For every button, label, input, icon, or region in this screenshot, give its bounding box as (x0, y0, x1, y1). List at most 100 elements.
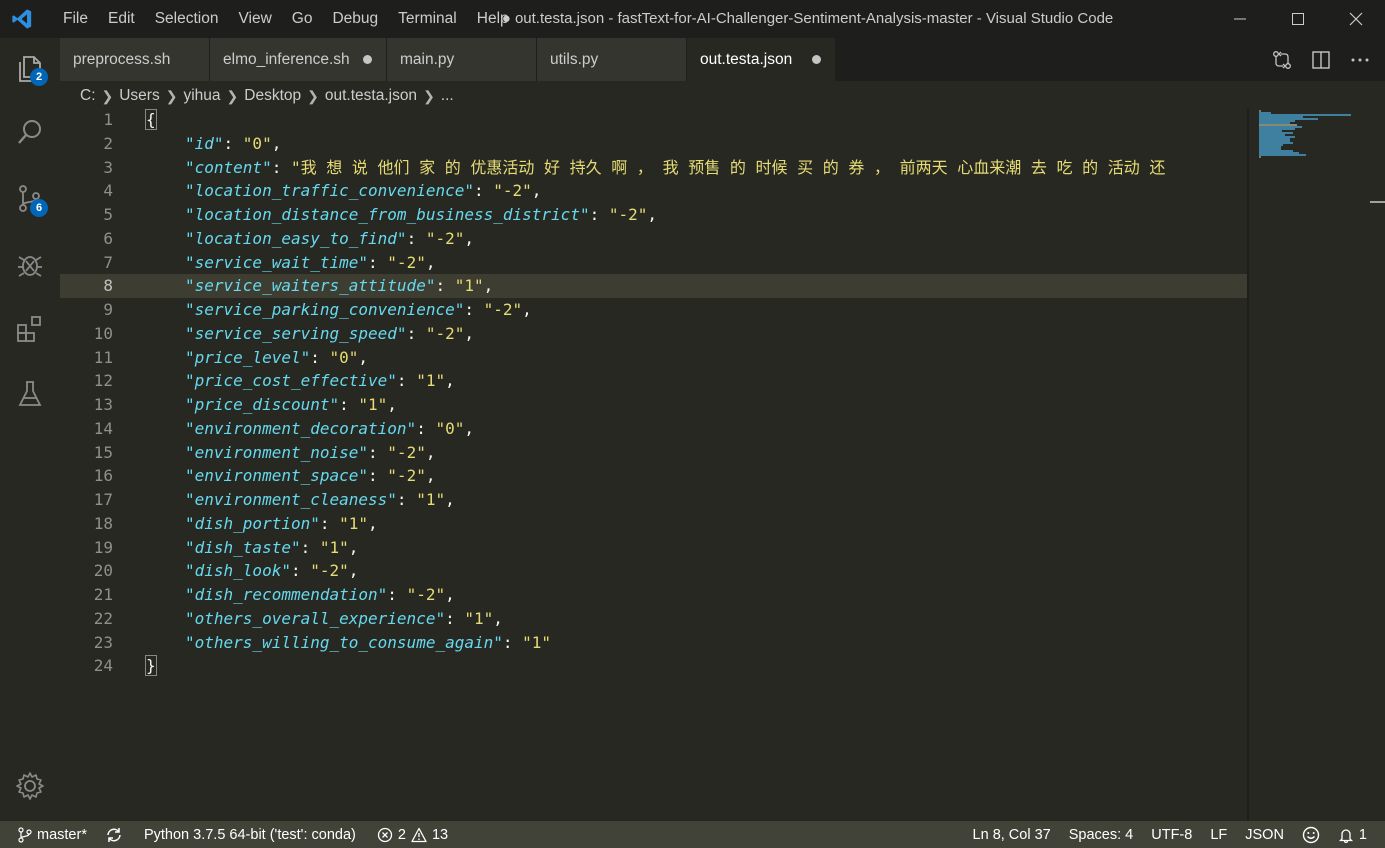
testing-flask-icon[interactable] (0, 370, 60, 418)
menu-go[interactable]: Go (282, 0, 323, 38)
json-comma: , (387, 395, 397, 414)
menu-help[interactable]: Help (467, 0, 519, 38)
json-value: "-2" (387, 466, 426, 486)
close-icon[interactable] (1327, 0, 1385, 38)
json-key: "environment_cleaness" (185, 490, 397, 509)
code-line[interactable]: 9 "service_parking_convenience": "-2", (60, 298, 1247, 322)
code-line[interactable]: 14 "environment_decoration": "0", (60, 417, 1247, 441)
code-line[interactable]: 18 "dish_portion": "1", (60, 512, 1247, 536)
code-editor[interactable]: 1{2 "id": "0", 3 "content": "我 想 说 他们 家 的 优… (60, 108, 1247, 821)
split-editor-icon[interactable] (1310, 49, 1332, 71)
smiley-icon[interactable] (1293, 821, 1329, 848)
code-line[interactable]: 17 "environment_cleaness": "1", (60, 488, 1247, 512)
code-line[interactable]: 12 "price_cost_effective": "1", (60, 369, 1247, 393)
editor-tabs: preprocess.sh elmo_inference.sh main.py … (60, 38, 1385, 81)
json-key: "environment_noise" (185, 442, 369, 462)
open-changes-icon[interactable] (1271, 49, 1293, 71)
code-line[interactable]: 22 "others_overall_experience": "1", (60, 607, 1247, 631)
code-line[interactable]: 23 "others_willing_to_consume_again": "1" (60, 631, 1247, 655)
sync-icon[interactable] (96, 821, 132, 848)
source-control-icon[interactable]: 6 (0, 174, 60, 222)
branch-name: master* (37, 826, 87, 843)
code-line[interactable]: 10 "service_serving_speed": "-2", (60, 322, 1247, 346)
end-of-line[interactable]: LF (1201, 821, 1236, 848)
source-control-badge: 6 (30, 199, 48, 217)
code-content: "environment_noise": "-2", (185, 442, 436, 462)
json-key: "price_level" (185, 347, 311, 367)
line-number: 5 (103, 205, 113, 224)
breadcrumb-item[interactable]: ... (441, 87, 454, 105)
tab-label: elmo_inference.sh (223, 50, 350, 68)
code-line[interactable]: 3 "content": "我 想 说 他们 家 的 优惠活动 好 持久 啊 ， … (60, 156, 1247, 180)
breadcrumb-item[interactable]: yihua (183, 87, 220, 105)
extensions-icon[interactable] (0, 304, 60, 352)
tab-elmo-inference[interactable]: elmo_inference.sh (210, 38, 387, 81)
json-comma: , (425, 252, 436, 272)
search-icon[interactable] (0, 108, 60, 156)
code-line[interactable]: 8 "service_waiters_attitude": "1", (60, 274, 1247, 299)
problems-status[interactable]: 2 13 (365, 821, 457, 848)
language-mode[interactable]: JSON (1236, 821, 1293, 848)
maximize-icon[interactable] (1269, 0, 1327, 38)
code-line[interactable]: 4 "location_traffic_convenience": "-2", (60, 179, 1247, 203)
indentation[interactable]: Spaces: 4 (1060, 821, 1143, 848)
line-number: 13 (93, 395, 113, 414)
menu-selection[interactable]: Selection (145, 0, 229, 38)
code-content: "dish_look": "-2", (185, 561, 359, 581)
debug-icon[interactable] (0, 240, 60, 288)
line-number: 2 (103, 133, 113, 153)
minimize-icon[interactable] (1211, 0, 1269, 38)
cursor-position-label: Ln 8, Col 37 (972, 826, 1051, 843)
json-comma: , (445, 490, 455, 509)
explorer-icon[interactable]: 2 (0, 45, 60, 93)
code-line[interactable]: 19 "dish_taste": "1", (60, 536, 1247, 560)
scrollbar-thumb[interactable] (1370, 201, 1385, 203)
code-line[interactable]: 7 "service_wait_time": "-2", (60, 251, 1247, 275)
breadcrumb-item[interactable]: Desktop (244, 87, 301, 105)
more-actions-icon[interactable] (1349, 49, 1371, 71)
code-line[interactable]: 1{ (60, 108, 1247, 132)
line-number: 6 (103, 228, 113, 248)
encoding[interactable]: UTF-8 (1142, 821, 1201, 848)
tab-utils[interactable]: utils.py (537, 38, 687, 81)
breadcrumb-item[interactable]: Users (119, 87, 159, 105)
code-line[interactable]: 16 "environment_space": "-2", (60, 464, 1247, 488)
code-line[interactable]: 13 "price_discount": "1", (60, 393, 1247, 417)
tab-preprocess[interactable]: preprocess.sh (60, 38, 210, 81)
dirty-dot-icon[interactable] (812, 55, 821, 64)
breadcrumb-item[interactable]: C: (80, 87, 96, 105)
menu-debug[interactable]: Debug (322, 0, 388, 38)
json-key: "others_willing_to_consume_again" (185, 632, 503, 652)
chevron-right-icon: ❯ (226, 87, 239, 104)
menu-file[interactable]: File (53, 0, 98, 38)
menu-view[interactable]: View (228, 0, 281, 38)
json-key: "location_traffic_convenience" (185, 181, 474, 201)
json-value: "1" (464, 608, 494, 628)
code-line[interactable]: 2 "id": "0", (60, 132, 1247, 156)
code-content: "price_cost_effective": "1", (185, 371, 455, 391)
notifications[interactable]: 1 (1329, 821, 1385, 848)
code-line[interactable]: 11 "price_level": "0", (60, 346, 1247, 370)
gear-icon[interactable] (0, 762, 60, 810)
code-line[interactable]: 5 "location_distance_from_business_distri… (60, 203, 1247, 227)
tab-main[interactable]: main.py (387, 38, 537, 81)
code-line[interactable]: 15 "environment_noise": "-2", (60, 441, 1247, 465)
code-content: "service_parking_convenience": "-2", (185, 300, 532, 319)
json-value: "-2" (483, 300, 523, 319)
code-line[interactable]: 24} (60, 654, 1247, 678)
cursor-position[interactable]: Ln 8, Col 37 (964, 821, 1060, 848)
menu-terminal[interactable]: Terminal (388, 0, 467, 38)
branch-status[interactable]: master* (0, 821, 96, 848)
json-value: "我 想 说 他们 家 的 优惠活动 好 持久 啊 ， 我 预售 的 时候 买 … (290, 157, 1166, 177)
minimap[interactable] (1247, 108, 1385, 821)
tab-out-testa[interactable]: out.testa.json (687, 38, 836, 81)
python-interpreter[interactable]: Python 3.7.5 64-bit ('test': conda) (132, 821, 365, 848)
menu-edit[interactable]: Edit (98, 0, 145, 38)
code-line[interactable]: 20 "dish_look": "-2", (60, 559, 1247, 583)
code-content: "service_serving_speed": "-2", (185, 323, 474, 343)
breadcrumb-item[interactable]: out.testa.json (325, 87, 417, 105)
dirty-dot-icon[interactable] (363, 55, 372, 64)
code-line[interactable]: 6 "location_easy_to_find": "-2", (60, 227, 1247, 251)
json-key: "price_cost_effective" (185, 371, 397, 391)
code-line[interactable]: 21 "dish_recommendation": "-2", (60, 583, 1247, 607)
